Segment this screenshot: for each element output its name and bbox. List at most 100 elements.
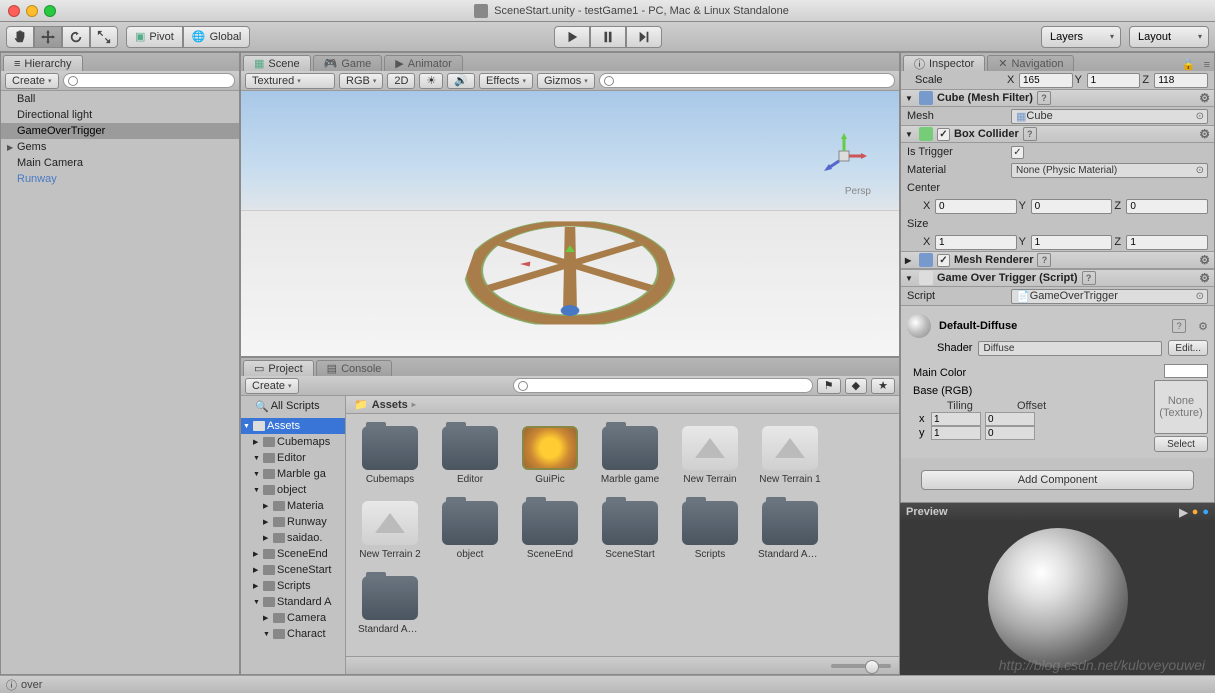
scene-audio-toggle[interactable]: 🔊 — [447, 73, 475, 89]
scene-gizmos-dropdown[interactable]: Gizmos — [537, 73, 595, 89]
asset-item[interactable]: GuiPic — [518, 426, 582, 485]
lock-icon[interactable]: 🔒 — [1178, 58, 1200, 71]
project-tree-item[interactable]: ▶saidao. — [241, 530, 345, 546]
project-tree-item[interactable]: ▶Scripts — [241, 578, 345, 594]
preview-color2-icon[interactable]: ● — [1202, 506, 1209, 519]
preview-color1-icon[interactable]: ● — [1192, 506, 1199, 519]
shader-edit-button[interactable]: Edit... — [1168, 340, 1208, 356]
asset-item[interactable]: Cubemaps — [358, 426, 422, 485]
mesh-field[interactable]: ▦ Cube — [1011, 109, 1208, 124]
help-icon[interactable]: ? — [1172, 319, 1186, 333]
asset-item[interactable]: Scripts — [678, 501, 742, 560]
gear-icon[interactable]: ⚙ — [1199, 253, 1210, 267]
project-type-button[interactable]: ◆ — [845, 378, 867, 394]
hierarchy-item[interactable]: GameOverTrigger — [1, 123, 239, 139]
fold-icon[interactable]: ▶ — [905, 256, 915, 265]
project-filter-button[interactable]: ⚑ — [817, 378, 841, 394]
project-tree-item[interactable]: ▼Editor — [241, 450, 345, 466]
center-y-field[interactable] — [1031, 199, 1113, 214]
project-tree-item[interactable]: ▼Marble ga — [241, 466, 345, 482]
scale-z-field[interactable] — [1154, 73, 1208, 88]
add-component-button[interactable]: Add Component — [921, 470, 1194, 490]
asset-item[interactable]: Marble game — [598, 426, 662, 485]
component-cube[interactable]: ▼ Cube (Mesh Filter) ? ⚙ — [901, 89, 1214, 107]
gear-icon[interactable]: ⚙ — [1199, 127, 1210, 141]
preview-play-icon[interactable]: ▶ — [1179, 506, 1187, 519]
asset-item[interactable]: SceneEnd — [518, 501, 582, 560]
gear-icon[interactable]: ⚙ — [1199, 91, 1210, 105]
component-meshrenderer[interactable]: ▶ Mesh Renderer ? ⚙ — [901, 251, 1214, 269]
asset-item[interactable]: Editor — [438, 426, 502, 485]
project-tree-item[interactable]: ▶Runway — [241, 514, 345, 530]
hierarchy-item[interactable]: Directional light — [1, 107, 239, 123]
preview-sphere[interactable] — [988, 528, 1128, 668]
size-z-field[interactable] — [1126, 235, 1208, 250]
tiling-y-field[interactable] — [931, 426, 981, 440]
collider-enable-checkbox[interactable] — [937, 128, 950, 141]
menu-icon[interactable]: ≡ — [1200, 59, 1214, 71]
tab-project[interactable]: ▭Project — [243, 360, 314, 376]
tab-navigation[interactable]: ✕Navigation — [987, 55, 1074, 71]
scale-x-field[interactable] — [1019, 73, 1073, 88]
project-fav-button[interactable]: ★ — [871, 378, 895, 394]
scene-render-dropdown[interactable]: RGB — [339, 73, 383, 89]
texture-slot[interactable]: None(Texture) — [1154, 380, 1208, 434]
scale-y-field[interactable] — [1087, 73, 1141, 88]
size-y-field[interactable] — [1031, 235, 1113, 250]
pivot-button[interactable]: ▣Pivot — [126, 26, 183, 48]
fold-icon[interactable]: ▼ — [905, 274, 915, 283]
shader-dropdown[interactable]: Diffuse — [978, 341, 1162, 356]
tab-inspector[interactable]: ⓘInspector — [903, 55, 985, 71]
play-button[interactable] — [554, 26, 590, 48]
orientation-gizmo[interactable] — [819, 131, 869, 181]
tab-game[interactable]: 🎮Game — [313, 55, 383, 71]
help-icon[interactable]: ? — [1082, 271, 1096, 285]
move-tool-button[interactable] — [34, 26, 62, 48]
color-swatch[interactable] — [1164, 364, 1208, 378]
help-icon[interactable]: ? — [1037, 253, 1051, 267]
offset-y-field[interactable] — [985, 426, 1035, 440]
project-tree-item[interactable]: ▶SceneEnd — [241, 546, 345, 562]
project-tree-item[interactable]: ▼Standard A — [241, 594, 345, 610]
scene-viewport[interactable]: Persp — [241, 91, 899, 356]
component-script[interactable]: ▼ Game Over Trigger (Script) ? ⚙ — [901, 269, 1214, 287]
script-field[interactable]: 📄 GameOverTrigger — [1011, 289, 1208, 304]
asset-item[interactable]: SceneStart — [598, 501, 662, 560]
gear-icon[interactable]: ⚙ — [1198, 320, 1208, 333]
step-button[interactable] — [626, 26, 662, 48]
tab-animator[interactable]: ▶Animator — [384, 55, 463, 71]
project-tree-item[interactable]: ▶SceneStart — [241, 562, 345, 578]
hierarchy-item[interactable]: Ball — [1, 91, 239, 107]
project-tree-item[interactable]: ▶Materia — [241, 498, 345, 514]
project-create-button[interactable]: Create — [245, 378, 299, 394]
scene-effects-dropdown[interactable]: Effects — [479, 73, 533, 89]
zoom-icon[interactable] — [44, 5, 56, 17]
scene-light-toggle[interactable]: ☀ — [419, 73, 443, 89]
project-filter-item[interactable]: 🔍All Scripts — [241, 398, 345, 414]
global-button[interactable]: 🌐Global — [183, 26, 251, 48]
help-icon[interactable]: ? — [1023, 127, 1037, 141]
pause-button[interactable] — [590, 26, 626, 48]
scale-tool-button[interactable] — [90, 26, 118, 48]
asset-item[interactable]: New Terrain 2 — [358, 501, 422, 560]
rotate-tool-button[interactable] — [62, 26, 90, 48]
asset-item[interactable]: Standard Ass... — [758, 501, 822, 560]
project-tree-item[interactable]: ▶Camera — [241, 610, 345, 626]
asset-item[interactable]: object — [438, 501, 502, 560]
close-icon[interactable] — [8, 5, 20, 17]
tab-hierarchy[interactable]: ≡Hierarchy — [3, 55, 83, 71]
istrigger-checkbox[interactable] — [1011, 146, 1024, 159]
hand-tool-button[interactable] — [6, 26, 34, 48]
tiling-x-field[interactable] — [931, 412, 981, 426]
asset-item[interactable]: New Terrain 1 — [758, 426, 822, 485]
fold-icon[interactable]: ▼ — [905, 130, 915, 139]
center-z-field[interactable] — [1126, 199, 1208, 214]
project-tree-item[interactable]: ▶Cubemaps — [241, 434, 345, 450]
minimize-icon[interactable] — [26, 5, 38, 17]
component-boxcollider[interactable]: ▼ Box Collider ? ⚙ — [901, 125, 1214, 143]
asset-item[interactable]: Standard Ass... — [358, 576, 422, 635]
texture-select-button[interactable]: Select — [1154, 436, 1208, 452]
layout-dropdown[interactable]: Layout — [1129, 26, 1209, 48]
hierarchy-item[interactable]: Runway — [1, 171, 239, 187]
asset-item[interactable]: New Terrain — [678, 426, 742, 485]
